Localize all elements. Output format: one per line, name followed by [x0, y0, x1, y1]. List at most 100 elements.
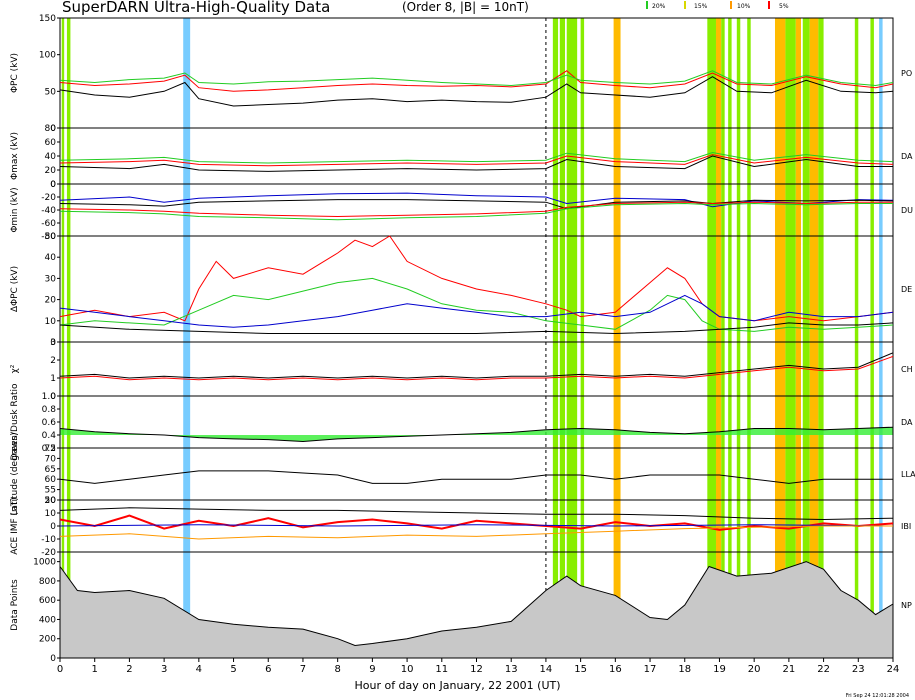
y-axis-label: Φmax (kV) [10, 132, 20, 180]
y-axis-label: Data Points [10, 579, 20, 631]
y-tick-label: -40 [41, 206, 56, 216]
x-tick-label: 19 [713, 664, 726, 675]
y-tick-label: 20 [45, 296, 57, 306]
x-tick-label: 16 [609, 664, 622, 675]
y-tick-label: 1 [50, 374, 56, 384]
y-tick-label: 55 [45, 486, 56, 496]
y-tick-label: 75 [45, 444, 56, 454]
quality-band [809, 18, 819, 658]
quality-band [183, 18, 191, 658]
y-tick-label: 100 [39, 51, 56, 61]
y-tick-label: 0 [50, 654, 56, 664]
quality-band [566, 18, 578, 658]
x-tick-label: 17 [644, 664, 657, 675]
y-tick-label: 0.4 [42, 431, 57, 441]
y-axis-label: Φmin (kV) [10, 187, 20, 232]
y-tick-label: 10 [45, 317, 57, 327]
x-tick-label: 2 [126, 664, 132, 675]
x-tick-label: 4 [196, 664, 202, 675]
quality-band [580, 18, 585, 658]
y-tick-label: -10 [41, 535, 56, 545]
y-tick-label: 1.0 [42, 392, 57, 402]
x-tick-label: 8 [334, 664, 340, 675]
quality-band [552, 18, 559, 658]
y-tick-label: 0.8 [42, 405, 57, 415]
x-tick-label: 24 [887, 664, 900, 675]
y-tick-label: 0 [50, 180, 56, 190]
quality-band [879, 18, 883, 658]
quality-band [854, 18, 859, 658]
panel-right-label: DA [901, 152, 913, 161]
panel-right-label: PO [901, 69, 912, 78]
y-tick-label: 20 [45, 166, 57, 176]
panel-right-label: DA [901, 418, 913, 427]
x-tick-label: 12 [470, 664, 483, 675]
x-tick-label: 10 [401, 664, 414, 675]
y-tick-label: -20 [41, 193, 56, 203]
multi-panel-chart: 050100150ΦPC (kV) PO020406080Φmax (kV) DA-… [10, 14, 915, 675]
x-tick-label: 21 [783, 664, 796, 675]
y-axis-label: ΔΦPC (kV) [10, 266, 20, 312]
x-tick-label: 3 [161, 664, 167, 675]
timestamp: Fri Sep 24 12:01:28 2004 [845, 693, 909, 699]
x-tick-label: 22 [817, 664, 830, 675]
quality-band [721, 18, 725, 658]
y-tick-label: 20 [45, 496, 57, 506]
y-tick-label: -60 [41, 219, 56, 229]
y-tick-label: 2 [50, 356, 56, 366]
panel-right-label: NP [901, 601, 912, 610]
x-axis-label: Hour of day on January, 22 2001 (UT) [354, 679, 561, 692]
y-axis-label: ACE IMF (nT) [10, 497, 20, 555]
x-tick-label: 1 [92, 664, 98, 675]
y-tick-label: 40 [45, 152, 57, 162]
quality-band [715, 18, 722, 658]
x-tick-label: 9 [369, 664, 375, 675]
quality-band [559, 18, 566, 658]
quality-band [870, 18, 874, 658]
y-tick-label: 50 [45, 87, 57, 97]
x-tick-label: 0 [57, 664, 63, 675]
y-tick-label: 400 [39, 615, 56, 625]
x-tick-label: 18 [678, 664, 691, 675]
x-tick-label: 6 [265, 664, 271, 675]
y-tick-label: 600 [39, 596, 56, 606]
y-tick-label: 80 [45, 124, 57, 134]
y-tick-label: 800 [39, 577, 56, 587]
x-tick-label: 14 [540, 664, 553, 675]
quality-band [728, 18, 732, 658]
y-tick-label: 0 [50, 522, 56, 532]
quality-band [613, 18, 621, 658]
x-tick-label: 23 [852, 664, 865, 675]
x-tick-label: 5 [230, 664, 236, 675]
y-tick-label: 0.6 [42, 418, 57, 428]
quality-band [736, 18, 741, 658]
x-tick-label: 11 [435, 664, 448, 675]
y-tick-label: 50 [45, 232, 57, 242]
x-tick-label: 15 [574, 664, 587, 675]
x-tick-label: 13 [505, 664, 518, 675]
panel-right-label: DE [901, 285, 912, 294]
quality-band [774, 18, 786, 658]
x-tick-label: 7 [300, 664, 306, 675]
y-axis-label: χ² [10, 364, 20, 373]
quality-band [707, 18, 716, 658]
y-axis-label: ΦPC (kV) [10, 53, 20, 93]
y-tick-label: 70 [45, 454, 57, 464]
quality-band [747, 18, 751, 658]
quality-band [795, 18, 802, 658]
quality-band [61, 18, 65, 658]
y-tick-label: -20 [41, 548, 56, 558]
y-tick-label: 60 [45, 138, 57, 148]
panel-right-label: LLA [901, 470, 915, 479]
panel-right-label: CH [901, 365, 913, 374]
panel-right-label: DU [901, 206, 913, 215]
panel-right-label: IBI [901, 522, 911, 531]
y-tick-label: 3 [50, 338, 56, 348]
quality-band [66, 18, 71, 658]
y-tick-label: 65 [45, 465, 56, 475]
quality-band [818, 18, 824, 658]
y-tick-label: 150 [39, 14, 56, 24]
y-tick-label: 30 [45, 274, 57, 284]
y-tick-label: 40 [45, 253, 57, 263]
y-tick-label: 200 [39, 635, 56, 645]
